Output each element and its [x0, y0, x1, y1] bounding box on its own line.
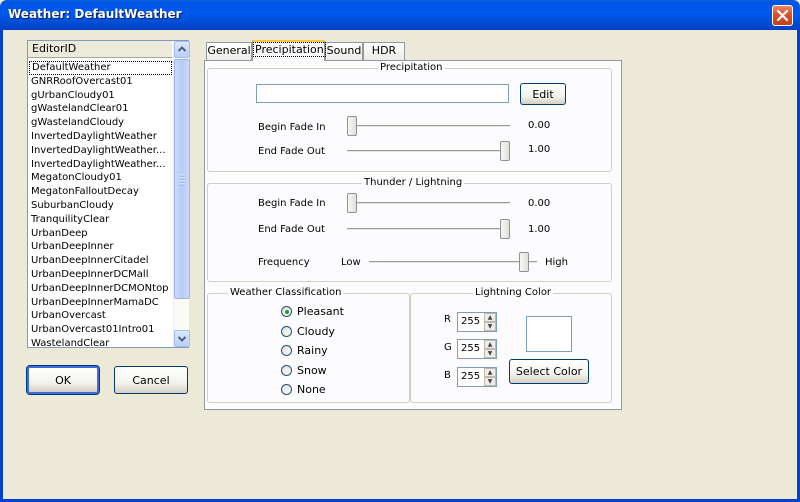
editor-id-list[interactable]: EditorID DefaultWeather GNRRoofOvercast01…	[27, 40, 190, 351]
frequency-track	[369, 261, 537, 264]
precip-begin-fade-in-slider[interactable]	[347, 116, 357, 136]
precipitation-group-title: Precipitation	[378, 62, 445, 73]
list-item[interactable]: UrbanDeepInnerDCMONtop	[29, 282, 172, 296]
list-item[interactable]: TranquilityClear	[29, 213, 172, 227]
thunder-end-fade-out-slider[interactable]	[500, 219, 510, 239]
list-item[interactable]: DefaultWeather	[29, 61, 172, 75]
b-label: B	[444, 370, 451, 381]
g-up-arrow-icon[interactable]: ▲	[484, 340, 496, 349]
precip-end-fade-out-value: 1.00	[528, 144, 551, 155]
precip-end-fade-out-label: End Fade Out	[258, 146, 325, 157]
thunder-begin-fade-in-track	[347, 202, 510, 205]
precipitation-texture-field[interactable]	[256, 84, 509, 103]
list-item[interactable]: GNRRoofOvercast01	[29, 75, 172, 89]
radio-rainy[interactable]	[281, 345, 292, 356]
frequency-high-label: High	[545, 257, 568, 268]
g-spinner[interactable]: 255 ▲ ▼	[457, 339, 497, 359]
lightning-color-title: Lightning Color	[473, 287, 554, 298]
radio-label-snow: Snow	[297, 363, 327, 377]
list-item[interactable]: UrbanDeepInnerCitadel	[29, 254, 172, 268]
r-spinner[interactable]: 255 ▲ ▼	[457, 312, 497, 332]
radio-none[interactable]	[281, 384, 292, 395]
column-header-editorid[interactable]: EditorID	[28, 41, 173, 58]
list-item[interactable]: MegatonFalloutDecay	[29, 185, 172, 199]
list-item[interactable]: UrbanDeep	[29, 227, 172, 241]
close-button[interactable]	[772, 5, 793, 26]
list-item[interactable]: InvertedDaylightWeather...	[29, 144, 172, 158]
edit-button[interactable]: Edit	[520, 83, 566, 105]
list-item[interactable]: UrbanDeepInnerDCMall	[29, 268, 172, 282]
scroll-thumb[interactable]	[174, 59, 190, 299]
precip-end-fade-out-slider[interactable]	[500, 141, 510, 161]
radio-label-pleasant: Pleasant	[297, 305, 344, 318]
window-title: Weather: DefaultWeather	[8, 7, 182, 21]
close-icon	[776, 9, 789, 22]
list-scrollbar[interactable]	[173, 41, 190, 347]
frequency-slider[interactable]	[519, 252, 530, 272]
b-down-arrow-icon[interactable]: ▼	[484, 377, 496, 386]
g-down-arrow-icon[interactable]: ▼	[484, 349, 496, 358]
radio-label-rainy: Rainy	[297, 344, 328, 357]
frequency-label: Frequency	[258, 257, 310, 268]
tab-precipitation-label: Precipitation	[253, 42, 326, 57]
r-value: 255	[461, 316, 481, 327]
list-item[interactable]: UrbanOvercast	[29, 309, 172, 323]
precip-begin-fade-in-label: Begin Fade In	[258, 122, 326, 133]
thunder-end-fade-out-label: End Fade Out	[258, 224, 325, 235]
scroll-down-button[interactable]	[174, 330, 190, 347]
chevron-up-icon	[177, 46, 187, 52]
list-item[interactable]: SuburbanCloudy	[29, 199, 172, 213]
list-item[interactable]: UrbanDeepInnerMamaDC	[29, 296, 172, 310]
frequency-low-label: Low	[341, 257, 361, 268]
tab-sound[interactable]: Sound	[325, 42, 363, 60]
precip-begin-fade-in-value: 0.00	[528, 120, 551, 131]
list-item[interactable]: gWastelandCloudy	[29, 116, 172, 130]
b-up-arrow-icon[interactable]: ▲	[484, 368, 496, 377]
thunder-group-title: Thunder / Lightning	[362, 177, 465, 188]
list-item[interactable]: gUrbanCloudy01	[29, 89, 172, 103]
thunder-begin-fade-in-label: Begin Fade In	[258, 198, 326, 209]
g-label: G	[444, 342, 452, 353]
thunder-begin-fade-in-value: 0.00	[528, 198, 551, 209]
scroll-up-button[interactable]	[174, 41, 190, 58]
thunder-begin-fade-in-slider[interactable]	[347, 193, 357, 213]
window-frame-left	[0, 30, 3, 502]
list-item[interactable]: InvertedDaylightWeather	[29, 130, 172, 144]
weather-classification-title: Weather Classification	[228, 287, 344, 298]
radio-cloudy[interactable]	[281, 325, 292, 337]
list-item[interactable]: MegatonCloudy01	[29, 171, 172, 185]
precip-end-fade-out-track	[347, 150, 510, 153]
precip-begin-fade-in-track	[347, 125, 510, 128]
list-item[interactable]: gWastelandClear01	[29, 102, 172, 116]
chevron-down-icon	[177, 336, 187, 342]
thunder-end-fade-out-track	[347, 228, 510, 231]
tab-precipitation[interactable]: Precipitation	[252, 40, 326, 61]
grip-icon	[179, 174, 185, 186]
radio-label-none: None	[297, 383, 326, 396]
list-item[interactable]: InvertedDaylightWeather...	[29, 158, 172, 172]
radio-label-cloudy: Cloudy	[297, 324, 335, 338]
tab-general[interactable]: General	[206, 42, 252, 60]
thunder-end-fade-out-value: 1.00	[528, 224, 551, 235]
list-item[interactable]: UrbanOvercast01Intro01	[29, 323, 172, 337]
b-spinner[interactable]: 255 ▲ ▼	[457, 367, 497, 387]
r-label: R	[444, 314, 451, 325]
ok-button[interactable]: OK	[26, 365, 100, 395]
lightning-color-swatch[interactable]	[526, 316, 572, 352]
select-color-button[interactable]: Select Color	[509, 359, 589, 384]
radio-snow[interactable]	[281, 364, 292, 376]
r-up-arrow-icon[interactable]: ▲	[484, 313, 496, 322]
list-item[interactable]: UrbanDeepInner	[29, 240, 172, 254]
radio-pleasant[interactable]	[281, 306, 292, 317]
lightning-color-group: Lightning Color	[410, 287, 612, 403]
g-value: 255	[461, 343, 481, 354]
r-down-arrow-icon[interactable]: ▼	[484, 322, 496, 331]
tab-hdr[interactable]: HDR	[363, 42, 405, 60]
list-item[interactable]: WastelandClear	[29, 337, 172, 351]
cancel-button[interactable]: Cancel	[114, 366, 188, 394]
b-value: 255	[461, 371, 481, 382]
